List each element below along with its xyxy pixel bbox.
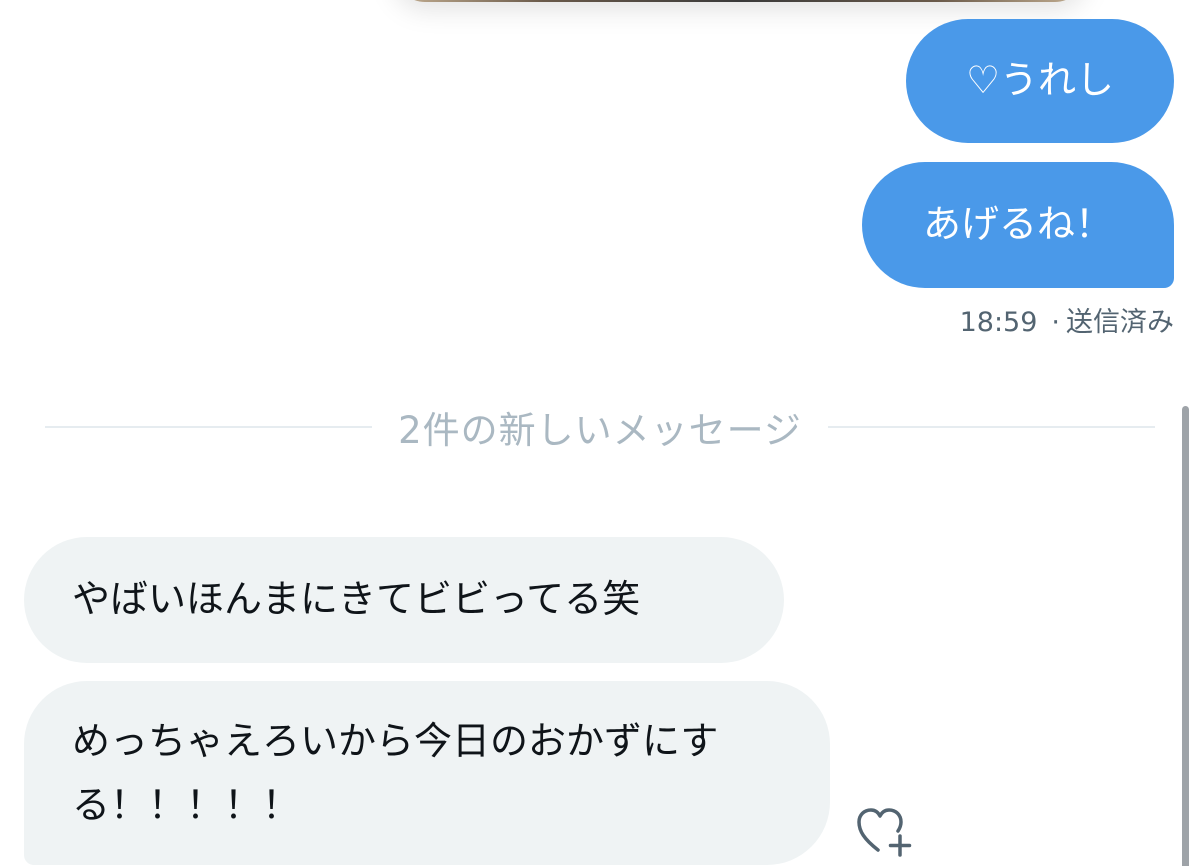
received-message-bubble[interactable]: やばいほんまにきてビビってる笑: [24, 537, 784, 663]
media-image-edge: [413, 0, 1067, 2]
meta-separator: ·: [1051, 307, 1060, 338]
message-timestamp: 18:59: [959, 307, 1038, 338]
message-meta: 18:59 · 送信済み: [960, 300, 1174, 339]
received-message-text: やばいほんまにきてビビってる笑: [72, 577, 641, 622]
sent-message-bubble[interactable]: あげるね！: [862, 162, 1174, 288]
sent-message-bubble[interactable]: ♡うれし: [906, 19, 1174, 143]
received-message-bubble[interactable]: めっちゃえろいから今日のおかずにする！！！！！: [24, 681, 830, 865]
new-messages-divider: 2件の新しいメッセージ: [45, 400, 1155, 454]
heart-plus-icon[interactable]: [856, 806, 918, 858]
scrollbar[interactable]: [1182, 406, 1189, 866]
dm-conversation: ♡うれし あげるね！ 18:59 · 送信済み 2件の新しいメッセージ やばいほんま…: [0, 0, 1200, 866]
received-message-text: めっちゃえろいから今日のおかずにする！！！！！: [72, 719, 719, 827]
divider-line: [827, 426, 1155, 428]
divider-line: [45, 426, 373, 428]
new-messages-label: 2件の新しいメッセージ: [398, 409, 802, 452]
message-status: 送信済み: [1066, 307, 1174, 338]
sent-message-text: ♡うれし: [965, 58, 1115, 103]
sent-message-text: あげるね！: [922, 202, 1113, 247]
media-attachment-card[interactable]: [395, 0, 1085, 2]
